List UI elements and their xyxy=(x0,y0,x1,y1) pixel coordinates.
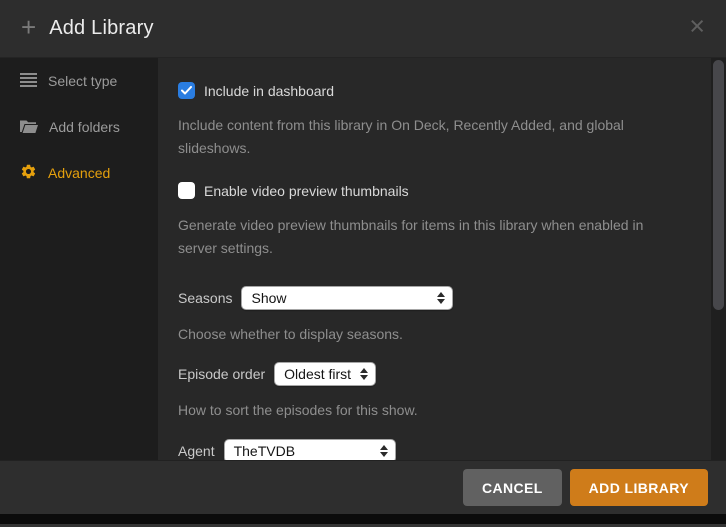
sidebar-item-label: Advanced xyxy=(48,165,110,181)
sidebar-item-select-type[interactable]: Select type xyxy=(0,58,158,104)
select-arrows-icon xyxy=(380,445,388,457)
seasons-select[interactable]: Show xyxy=(241,286,453,310)
dialog-header: + Add Library × xyxy=(0,0,726,58)
list-lines-icon xyxy=(20,73,37,90)
video-preview-description: Generate video preview thumbnails for it… xyxy=(178,214,706,260)
episode-order-label: Episode order xyxy=(178,366,265,382)
folder-icon xyxy=(20,119,38,136)
select-arrows-icon xyxy=(437,292,445,304)
scrollbar-thumb[interactable] xyxy=(713,60,724,310)
include-dashboard-description: Include content from this library in On … xyxy=(178,114,706,160)
dialog-footer: CANCEL ADD LIBRARY xyxy=(0,460,726,514)
episode-order-row: Episode order Oldest first xyxy=(178,362,706,386)
gear-icon xyxy=(20,163,37,183)
include-dashboard-checkbox[interactable] xyxy=(178,82,195,99)
video-preview-row: Enable video preview thumbnails xyxy=(178,182,706,199)
sidebar-item-label: Add folders xyxy=(49,119,120,135)
seasons-row: Seasons Show xyxy=(178,286,706,310)
sidebar-item-add-folders[interactable]: Add folders xyxy=(0,104,158,150)
content-scrollbar[interactable] xyxy=(711,58,726,462)
add-library-button[interactable]: ADD LIBRARY xyxy=(570,469,708,506)
episode-order-select-value: Oldest first xyxy=(284,366,351,382)
sidebar-item-label: Select type xyxy=(48,73,117,89)
seasons-description: Choose whether to display seasons. xyxy=(178,323,706,346)
include-dashboard-label[interactable]: Include in dashboard xyxy=(204,83,334,99)
agent-row: Agent TheTVDB xyxy=(178,439,706,462)
seasons-select-value: Show xyxy=(251,290,286,306)
video-preview-label[interactable]: Enable video preview thumbnails xyxy=(204,183,409,199)
add-library-dialog: + Add Library × Select type xyxy=(0,0,726,514)
episode-order-select[interactable]: Oldest first xyxy=(274,362,376,386)
plus-icon: + xyxy=(21,14,36,40)
agent-label: Agent xyxy=(178,443,215,459)
episode-order-description: How to sort the episodes for this show. xyxy=(178,399,706,422)
advanced-settings-panel: Include in dashboard Include content fro… xyxy=(158,58,726,462)
agent-select[interactable]: TheTVDB xyxy=(224,439,396,462)
checkmark-icon xyxy=(181,86,192,95)
sidebar: Select type Add folders xyxy=(0,58,158,462)
include-dashboard-row: Include in dashboard xyxy=(178,82,706,99)
select-arrows-icon xyxy=(360,368,368,380)
video-preview-checkbox[interactable] xyxy=(178,182,195,199)
add-library-dialog-screen: + Add Library × Select type xyxy=(0,0,726,527)
cancel-button[interactable]: CANCEL xyxy=(463,469,562,506)
close-icon[interactable]: × xyxy=(689,13,705,40)
dialog-title: Add Library xyxy=(49,17,153,40)
sidebar-item-advanced[interactable]: Advanced xyxy=(0,150,158,196)
dialog-body: Select type Add folders xyxy=(0,58,726,462)
agent-select-value: TheTVDB xyxy=(234,443,295,459)
page-background-strip xyxy=(0,514,726,527)
seasons-label: Seasons xyxy=(178,290,232,306)
